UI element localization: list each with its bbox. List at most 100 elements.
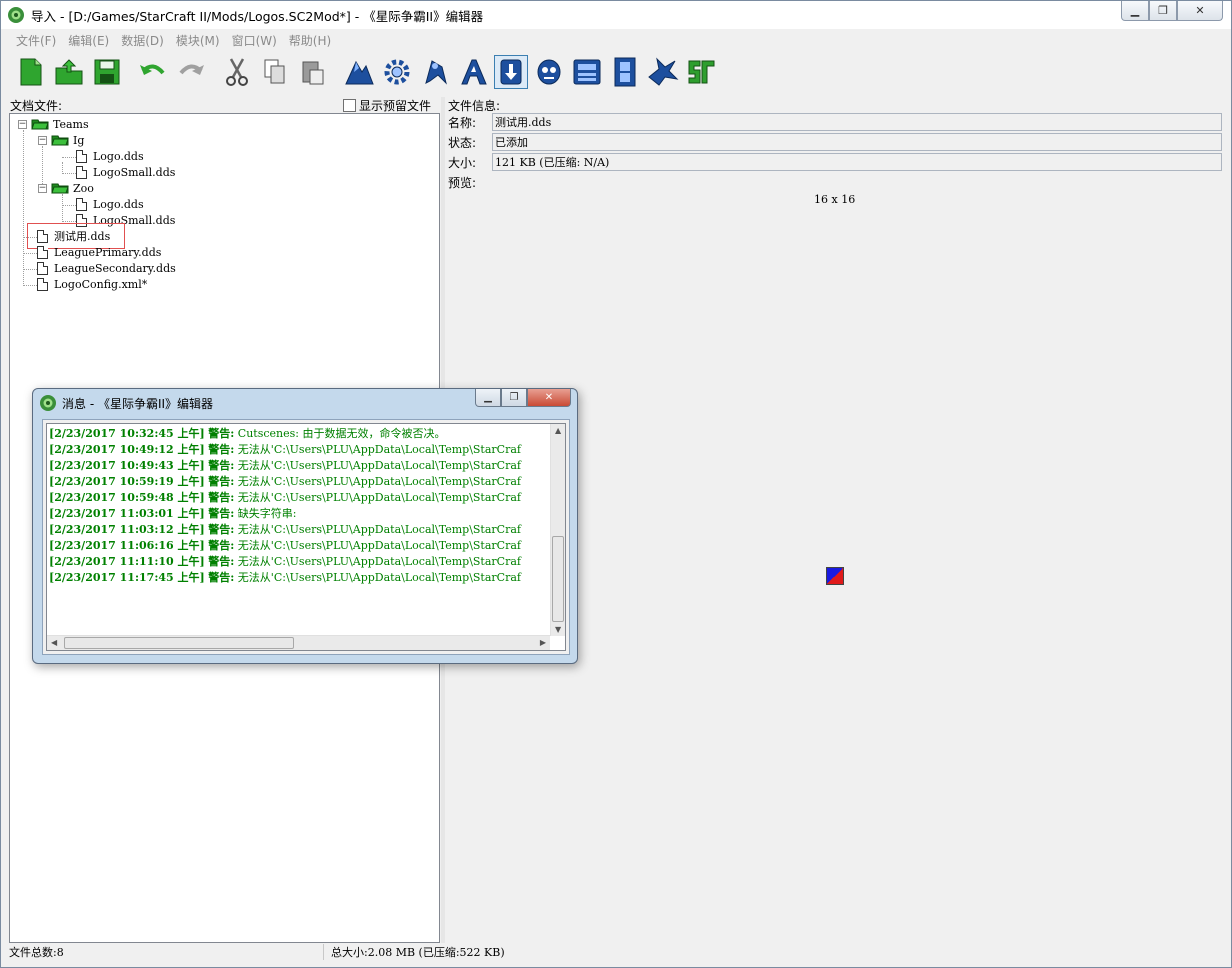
redo-icon[interactable]	[174, 55, 208, 89]
collapse-icon[interactable]: −	[38, 135, 47, 145]
name-value: 测试用.dds	[492, 113, 1222, 131]
size-label: 大小:	[448, 155, 477, 170]
preview-dimensions: 16 x 16	[814, 193, 856, 206]
dialog-minimize-button[interactable]: ▁	[475, 389, 501, 407]
message-log[interactable]: [2/23/2017 10:32:45 上午] 警告: Cutscenes: 由…	[46, 423, 566, 651]
scroll-down-icon[interactable]: ▼	[555, 625, 561, 634]
menu-help[interactable]: 帮助(H)	[283, 32, 337, 49]
log-vertical-scrollbar[interactable]: ▲ ▼	[550, 424, 565, 636]
tree-node-league-secondary[interactable]: LeagueSecondary.dds	[37, 260, 176, 276]
tree-label: Zoo	[73, 181, 94, 195]
menu-modules[interactable]: 模块(M)	[170, 32, 226, 49]
copy-icon[interactable]	[258, 55, 292, 89]
status-bar: 文件总数:8 总大小:2.08 MB (已压缩:522 KB)	[2, 943, 1230, 961]
tree-label: Logo.dds	[93, 149, 144, 163]
log-line: [2/23/2017 11:03:12 上午] 警告: 无法从'C:\Users…	[49, 523, 521, 536]
tree-node-ig[interactable]: − Ig	[38, 132, 84, 148]
document-files-label: 文档文件:	[10, 99, 63, 113]
file-icon	[76, 149, 87, 163]
minimize-button[interactable]: ▁	[1121, 1, 1149, 21]
close-button[interactable]: ✕	[1177, 1, 1223, 21]
dialog-title-bar[interactable]: 消息 - 《星际争霸II》编辑器 ▁ ❐ ✕	[33, 389, 577, 417]
file-info-heading: 文件信息:	[448, 99, 501, 113]
video-icon[interactable]	[608, 55, 642, 89]
undo-icon[interactable]	[136, 55, 170, 89]
import-icon[interactable]	[494, 55, 528, 89]
tree-node-teams[interactable]: − Teams	[18, 116, 89, 132]
tree-label: LeagueSecondary.dds	[54, 261, 176, 275]
tree-label: LogoConfig.xml*	[54, 277, 148, 291]
paste-icon[interactable]	[296, 55, 330, 89]
log-line: [2/23/2017 11:03:01 上午] 警告: 缺失字符串:	[49, 507, 297, 520]
dialog-title: 消息 - 《星际争霸II》编辑器	[62, 396, 214, 411]
tree-node-logo-config[interactable]: LogoConfig.xml*	[37, 276, 147, 292]
cutscene-icon[interactable]	[570, 55, 604, 89]
text-icon[interactable]	[456, 55, 490, 89]
cut-icon[interactable]	[220, 55, 254, 89]
open-icon[interactable]	[52, 55, 86, 89]
app-logo-icon	[40, 395, 56, 411]
maximize-button[interactable]: ❐	[1149, 1, 1177, 21]
status-value: 已添加	[492, 133, 1222, 151]
data-icon[interactable]	[418, 55, 452, 89]
tree-label: Ig	[73, 133, 85, 147]
preview-label: 预览:	[448, 176, 477, 190]
log-line: [2/23/2017 10:59:48 上午] 警告: 无法从'C:\Users…	[49, 491, 521, 504]
message-dialog: 消息 - 《星际争霸II》编辑器 ▁ ❐ ✕ [2/23/2017 10:32:…	[32, 388, 578, 664]
menu-edit[interactable]: 编辑(E)	[62, 32, 115, 49]
tree-node-zoo[interactable]: − Zoo	[38, 180, 94, 196]
dialog-close-button[interactable]: ✕	[527, 389, 571, 407]
log-line: [2/23/2017 10:59:19 上午] 警告: 无法从'C:\Users…	[49, 475, 521, 488]
log-horizontal-scroll-thumb[interactable]	[64, 637, 294, 649]
collapse-icon[interactable]: −	[18, 119, 27, 129]
previewer-icon[interactable]	[646, 55, 680, 89]
collapse-icon[interactable]: −	[38, 183, 47, 193]
total-size-status: 总大小:2.08 MB (已压缩:522 KB)	[331, 946, 505, 959]
file-icon	[37, 245, 48, 259]
tree-label: LeaguePrimary.dds	[54, 245, 162, 259]
tree-node-zoo-logo[interactable]: Logo.dds	[76, 196, 144, 212]
log-line: [2/23/2017 11:17:45 上午] 警告: 无法从'C:\Users…	[49, 571, 521, 584]
menu-bar: 文件(F) 编辑(E) 数据(D) 模块(M) 窗口(W) 帮助(H)	[2, 30, 1230, 50]
scroll-right-icon[interactable]: ▶	[540, 638, 546, 647]
tree-label: Logo.dds	[93, 197, 144, 211]
log-line: [2/23/2017 10:49:43 上午] 警告: 无法从'C:\Users…	[49, 459, 521, 472]
info-row-size: 大小: 121 KB (已压缩: N/A)	[448, 153, 1222, 171]
ai-icon[interactable]	[532, 55, 566, 89]
menu-data[interactable]: 数据(D)	[115, 32, 170, 49]
size-value: 121 KB (已压缩: N/A)	[492, 153, 1222, 171]
tree-node-ig-logo[interactable]: Logo.dds	[76, 148, 144, 164]
new-document-icon[interactable]	[14, 55, 48, 89]
log-horizontal-scrollbar[interactable]: ◀ ▶	[47, 635, 550, 650]
close-icon: ✕	[1195, 4, 1205, 17]
menu-window[interactable]: 窗口(W)	[226, 32, 283, 49]
minimize-icon: ▁	[1130, 4, 1140, 17]
file-icon	[37, 277, 48, 291]
log-lines: [2/23/2017 10:32:45 上午] 警告: Cutscenes: 由…	[49, 426, 552, 620]
terrain-icon[interactable]	[342, 55, 376, 89]
toolbar	[2, 51, 1230, 93]
show-reserved-checkbox[interactable]	[343, 99, 356, 112]
dialog-body: [2/23/2017 10:32:45 上午] 警告: Cutscenes: 由…	[42, 419, 570, 655]
log-vertical-scroll-thumb[interactable]	[552, 536, 564, 622]
file-icon	[76, 197, 87, 211]
log-line: [2/23/2017 10:49:12 上午] 警告: 无法从'C:\Users…	[49, 443, 521, 456]
sc-logo-icon[interactable]	[684, 55, 718, 89]
tree-node-ig-logosmall[interactable]: LogoSmall.dds	[76, 164, 175, 180]
scroll-up-icon[interactable]: ▲	[555, 426, 561, 435]
log-line: [2/23/2017 10:32:45 上午] 警告: Cutscenes: 由…	[49, 427, 446, 440]
dialog-maximize-button[interactable]: ❐	[501, 389, 527, 407]
menu-file[interactable]: 文件(F)	[10, 32, 62, 49]
show-reserved-toggle[interactable]: 显示预留文件	[343, 97, 431, 114]
log-line: [2/23/2017 11:06:16 上午] 警告: 无法从'C:\Users…	[49, 539, 521, 552]
window-title: 导入 - [D:/Games/StarCraft II/Mods/Logos.S…	[31, 8, 484, 24]
tree-label: Teams	[53, 117, 89, 131]
info-row-status: 状态: 已添加	[448, 133, 1222, 151]
restore-icon: ❐	[509, 392, 519, 403]
scroll-left-icon[interactable]: ◀	[51, 638, 57, 647]
save-icon[interactable]	[90, 55, 124, 89]
tree-node-league-primary[interactable]: LeaguePrimary.dds	[37, 244, 161, 260]
title-bar[interactable]: 导入 - [D:/Games/StarCraft II/Mods/Logos.S…	[1, 1, 1231, 29]
file-icon	[76, 165, 87, 179]
triggers-icon[interactable]	[380, 55, 414, 89]
